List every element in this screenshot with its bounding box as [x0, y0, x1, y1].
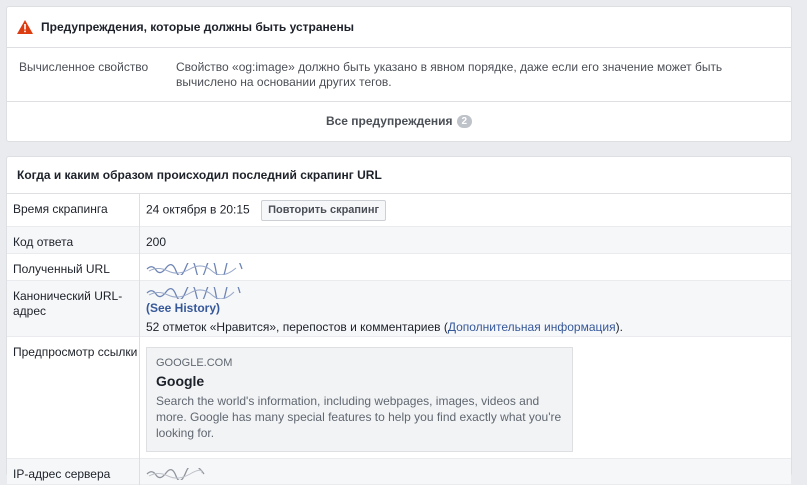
preview-title: Google: [156, 372, 205, 389]
see-all-warnings-label[interactable]: Все предупреждения: [326, 114, 453, 128]
fetched-url-cell: [140, 253, 792, 280]
preview-domain: GOOGLE.COM: [156, 356, 233, 369]
redacted-url-scribble: [146, 263, 243, 276]
redacted-url-scribble: [146, 287, 241, 300]
table-row: IP-адрес сервера: [7, 458, 791, 484]
scrape-info-card: Когда и каким образом происходил последн…: [6, 156, 792, 484]
likes-count-text: 52 отметок «Нравится», перепостов и комм…: [146, 319, 448, 334]
warnings-title: Предупреждения, которые должны быть устр…: [41, 20, 354, 34]
see-history-link[interactable]: (See History): [146, 301, 220, 315]
warning-label: Вычисленное свойство: [19, 60, 149, 74]
warnings-header: Предупреждения, которые должны быть устр…: [7, 7, 791, 48]
scrape-time-cell: 24 октября в 20:15 Повторить скрапинг: [140, 194, 792, 226]
preview-description: Search the world's information, includin…: [156, 393, 562, 440]
scrape-info-table: Время скрапинга 24 октября в 20:15 Повто…: [7, 194, 791, 485]
see-all-warnings-button[interactable]: Все предупреждения 2: [7, 102, 791, 140]
canonical-url-label: Канонический URL-адрес: [7, 280, 140, 336]
table-row: Время скрапинга 24 октября в 20:15 Повто…: [7, 194, 791, 226]
response-code-label: Код ответа: [7, 226, 140, 253]
scrape-header: Когда и каким образом происходил последн…: [7, 157, 791, 194]
warnings-card: Предупреждения, которые должны быть устр…: [6, 6, 792, 142]
warning-icon: [17, 20, 33, 34]
warning-text: Свойство «og:image» должно быть указано …: [176, 60, 723, 89]
server-ip-cell: [139, 458, 791, 484]
link-preview-card[interactable]: GOOGLE.COM Google Search the world's inf…: [146, 346, 573, 452]
scrape-time-label: Время скрапинга: [7, 194, 140, 226]
rescrape-button[interactable]: Повторить скрапинг: [261, 200, 387, 221]
link-preview-label: Предпросмотр ссылки: [7, 336, 140, 458]
fetched-url-label: Полученный URL: [7, 253, 140, 280]
canonical-url-cell: (See History) 52 отметок «Нравится», пер…: [139, 280, 791, 336]
likes-text: 52 отметок «Нравится», перепостов и комм…: [146, 320, 623, 335]
response-code-value: 200: [139, 226, 791, 253]
table-row: Канонический URL-адрес (See History) 52 …: [7, 280, 791, 336]
server-ip-label: IP-адрес сервера: [7, 458, 140, 484]
table-row: Полученный URL: [7, 253, 791, 280]
table-row: Предпросмотр ссылки GOOGLE.COM Google Se…: [7, 336, 791, 458]
link-preview-cell: GOOGLE.COM Google Search the world's inf…: [140, 336, 792, 458]
warning-row: Вычисленное свойство Свойство «og:image»…: [7, 48, 791, 102]
more-info-link[interactable]: Дополнительная информация: [448, 320, 616, 334]
likes-tail-text: ).: [615, 319, 623, 334]
table-row: Код ответа 200: [7, 226, 791, 253]
warnings-count-badge: 2: [456, 114, 473, 128]
scrape-time-value: 24 октября в 20:15: [146, 202, 250, 217]
